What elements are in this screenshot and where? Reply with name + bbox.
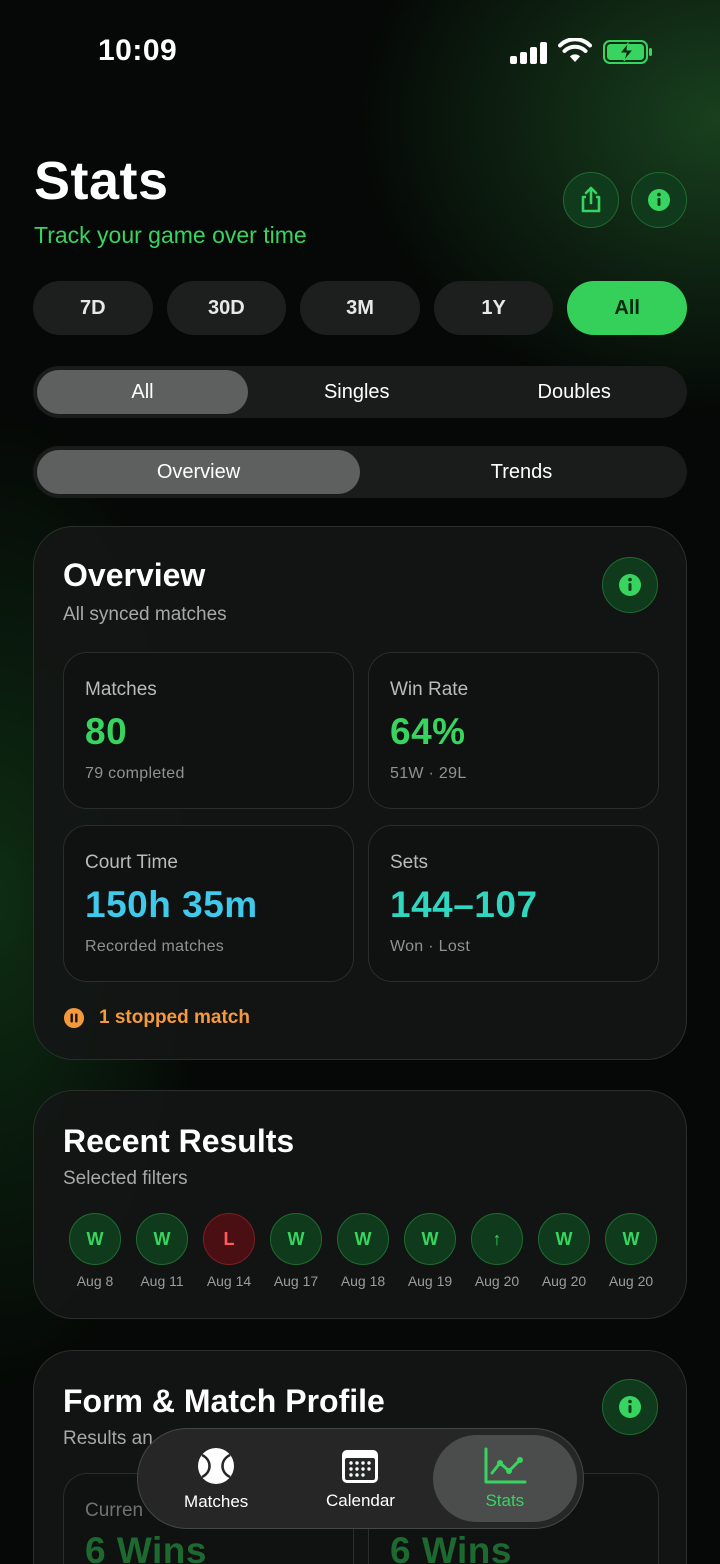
recent-results-title: Recent Results bbox=[63, 1123, 295, 1159]
segment-singles[interactable]: Singles bbox=[248, 370, 466, 414]
tile-note: 51W · 29L bbox=[390, 765, 467, 782]
view-segmented-control: Overview Trends bbox=[33, 446, 687, 498]
result-badge: W bbox=[270, 1213, 322, 1265]
overview-title: Overview bbox=[63, 557, 206, 593]
tile-value: 144–107 bbox=[390, 884, 538, 925]
result-item[interactable]: W Aug 20 bbox=[537, 1213, 591, 1289]
segment-doubles[interactable]: Doubles bbox=[466, 370, 684, 414]
tile-note: Recorded matches bbox=[85, 938, 225, 955]
page-title: Stats bbox=[34, 151, 169, 211]
overview-info-button[interactable] bbox=[602, 557, 658, 613]
result-date: Aug 11 bbox=[140, 1273, 184, 1289]
wifi-icon bbox=[558, 38, 592, 62]
tile-value: 64% bbox=[390, 711, 466, 752]
info-icon bbox=[619, 1396, 641, 1418]
form-profile-subtitle: Results an bbox=[63, 1428, 153, 1449]
range-chip-7d[interactable]: 7D bbox=[33, 281, 153, 335]
form-profile-info-button[interactable] bbox=[602, 1379, 658, 1435]
tile-value: 150h 35m bbox=[85, 884, 258, 925]
recent-results-card: Recent Results Selected filters W Aug 8 … bbox=[33, 1090, 687, 1319]
share-button[interactable] bbox=[563, 172, 619, 228]
form-profile-title: Form & Match Profile bbox=[63, 1383, 385, 1419]
result-badge: ↑ bbox=[471, 1213, 523, 1265]
range-chip-30d[interactable]: 30D bbox=[166, 281, 287, 335]
overview-subtitle: All synced matches bbox=[63, 604, 227, 625]
recent-results-subtitle: Selected filters bbox=[63, 1168, 188, 1189]
result-badge: W bbox=[136, 1213, 188, 1265]
tile-note: 79 completed bbox=[85, 765, 185, 782]
tile-label: Win Rate bbox=[390, 679, 469, 700]
result-item[interactable]: W Aug 8 bbox=[68, 1213, 122, 1289]
calendar-icon bbox=[342, 1449, 379, 1483]
tile-value: 6 Wins bbox=[85, 1530, 207, 1564]
match-type-segmented-control: All Singles Doubles bbox=[33, 366, 687, 418]
result-date: Aug 19 bbox=[407, 1273, 453, 1289]
result-date: Aug 18 bbox=[340, 1273, 386, 1289]
pause-icon bbox=[64, 1008, 84, 1028]
result-item[interactable]: W Aug 11 bbox=[135, 1213, 189, 1289]
overview-card: Overview All synced matches Matches 80 7… bbox=[33, 526, 687, 1060]
result-date: Aug 20 bbox=[541, 1273, 587, 1289]
tile-label: Matches bbox=[85, 679, 157, 700]
sets-tile: Sets 144–107 Won · Lost bbox=[368, 825, 659, 982]
tennis-ball-icon bbox=[198, 1447, 235, 1484]
range-selector: 7D 30D 3M 1Y All bbox=[33, 281, 687, 335]
tab-bar: Matches Calendar Stats bbox=[137, 1428, 584, 1529]
result-date: Aug 14 bbox=[206, 1273, 252, 1289]
result-badge: W bbox=[337, 1213, 389, 1265]
tab-label: Calendar bbox=[325, 1490, 395, 1510]
result-item[interactable]: W Aug 19 bbox=[403, 1213, 457, 1289]
stopped-match-notice[interactable]: 1 stopped match bbox=[63, 1007, 250, 1029]
tab-matches[interactable]: Matches bbox=[144, 1435, 288, 1522]
court-time-tile: Court Time 150h 35m Recorded matches bbox=[63, 825, 354, 982]
info-icon bbox=[619, 574, 641, 596]
range-chip-all[interactable]: All bbox=[567, 281, 687, 335]
result-item[interactable]: W Aug 18 bbox=[336, 1213, 390, 1289]
range-chip-1y[interactable]: 1Y bbox=[433, 281, 554, 335]
win-rate-tile: Win Rate 64% 51W · 29L bbox=[368, 652, 659, 809]
result-date: Aug 8 bbox=[76, 1273, 114, 1289]
tab-stats[interactable]: Stats bbox=[432, 1435, 577, 1522]
status-time: 10:09 bbox=[98, 34, 178, 67]
tab-label: Matches bbox=[184, 1491, 249, 1511]
result-item[interactable]: ↑ Aug 20 bbox=[470, 1213, 524, 1289]
page-subtitle: Track your game over time bbox=[34, 222, 307, 248]
tile-value: 80 bbox=[85, 711, 128, 752]
tile-label: Sets bbox=[390, 852, 429, 873]
chart-icon bbox=[484, 1447, 527, 1483]
result-badge: L bbox=[203, 1213, 255, 1265]
result-item[interactable]: W Aug 20 bbox=[604, 1213, 658, 1289]
tile-label: Court Time bbox=[85, 852, 178, 873]
result-date: Aug 20 bbox=[608, 1273, 654, 1289]
tile-label: Curren bbox=[85, 1500, 144, 1521]
result-date: Aug 17 bbox=[273, 1273, 319, 1289]
info-button[interactable] bbox=[631, 172, 687, 228]
result-date: Aug 20 bbox=[474, 1273, 520, 1289]
matches-tile: Matches 80 79 completed bbox=[63, 652, 354, 809]
segment-trends[interactable]: Trends bbox=[360, 450, 683, 494]
stopped-match-text: 1 stopped match bbox=[99, 1007, 250, 1028]
result-item[interactable]: W Aug 17 bbox=[269, 1213, 323, 1289]
tab-label: Stats bbox=[485, 1490, 525, 1510]
result-item[interactable]: L Aug 14 bbox=[202, 1213, 256, 1289]
segment-all[interactable]: All bbox=[37, 370, 248, 414]
result-badge: W bbox=[538, 1213, 590, 1265]
result-badge: W bbox=[605, 1213, 657, 1265]
segment-overview[interactable]: Overview bbox=[37, 450, 360, 494]
share-icon bbox=[581, 186, 601, 213]
tab-calendar[interactable]: Calendar bbox=[288, 1435, 432, 1522]
tile-value: 6 Wins bbox=[390, 1530, 512, 1564]
result-badge: W bbox=[404, 1213, 456, 1265]
tile-note: Won · Lost bbox=[390, 938, 471, 955]
result-badge: W bbox=[69, 1213, 121, 1265]
cellular-signal-icon bbox=[510, 42, 548, 64]
info-icon bbox=[648, 189, 670, 211]
battery-charging-icon bbox=[603, 40, 652, 64]
range-chip-3m[interactable]: 3M bbox=[300, 281, 420, 335]
